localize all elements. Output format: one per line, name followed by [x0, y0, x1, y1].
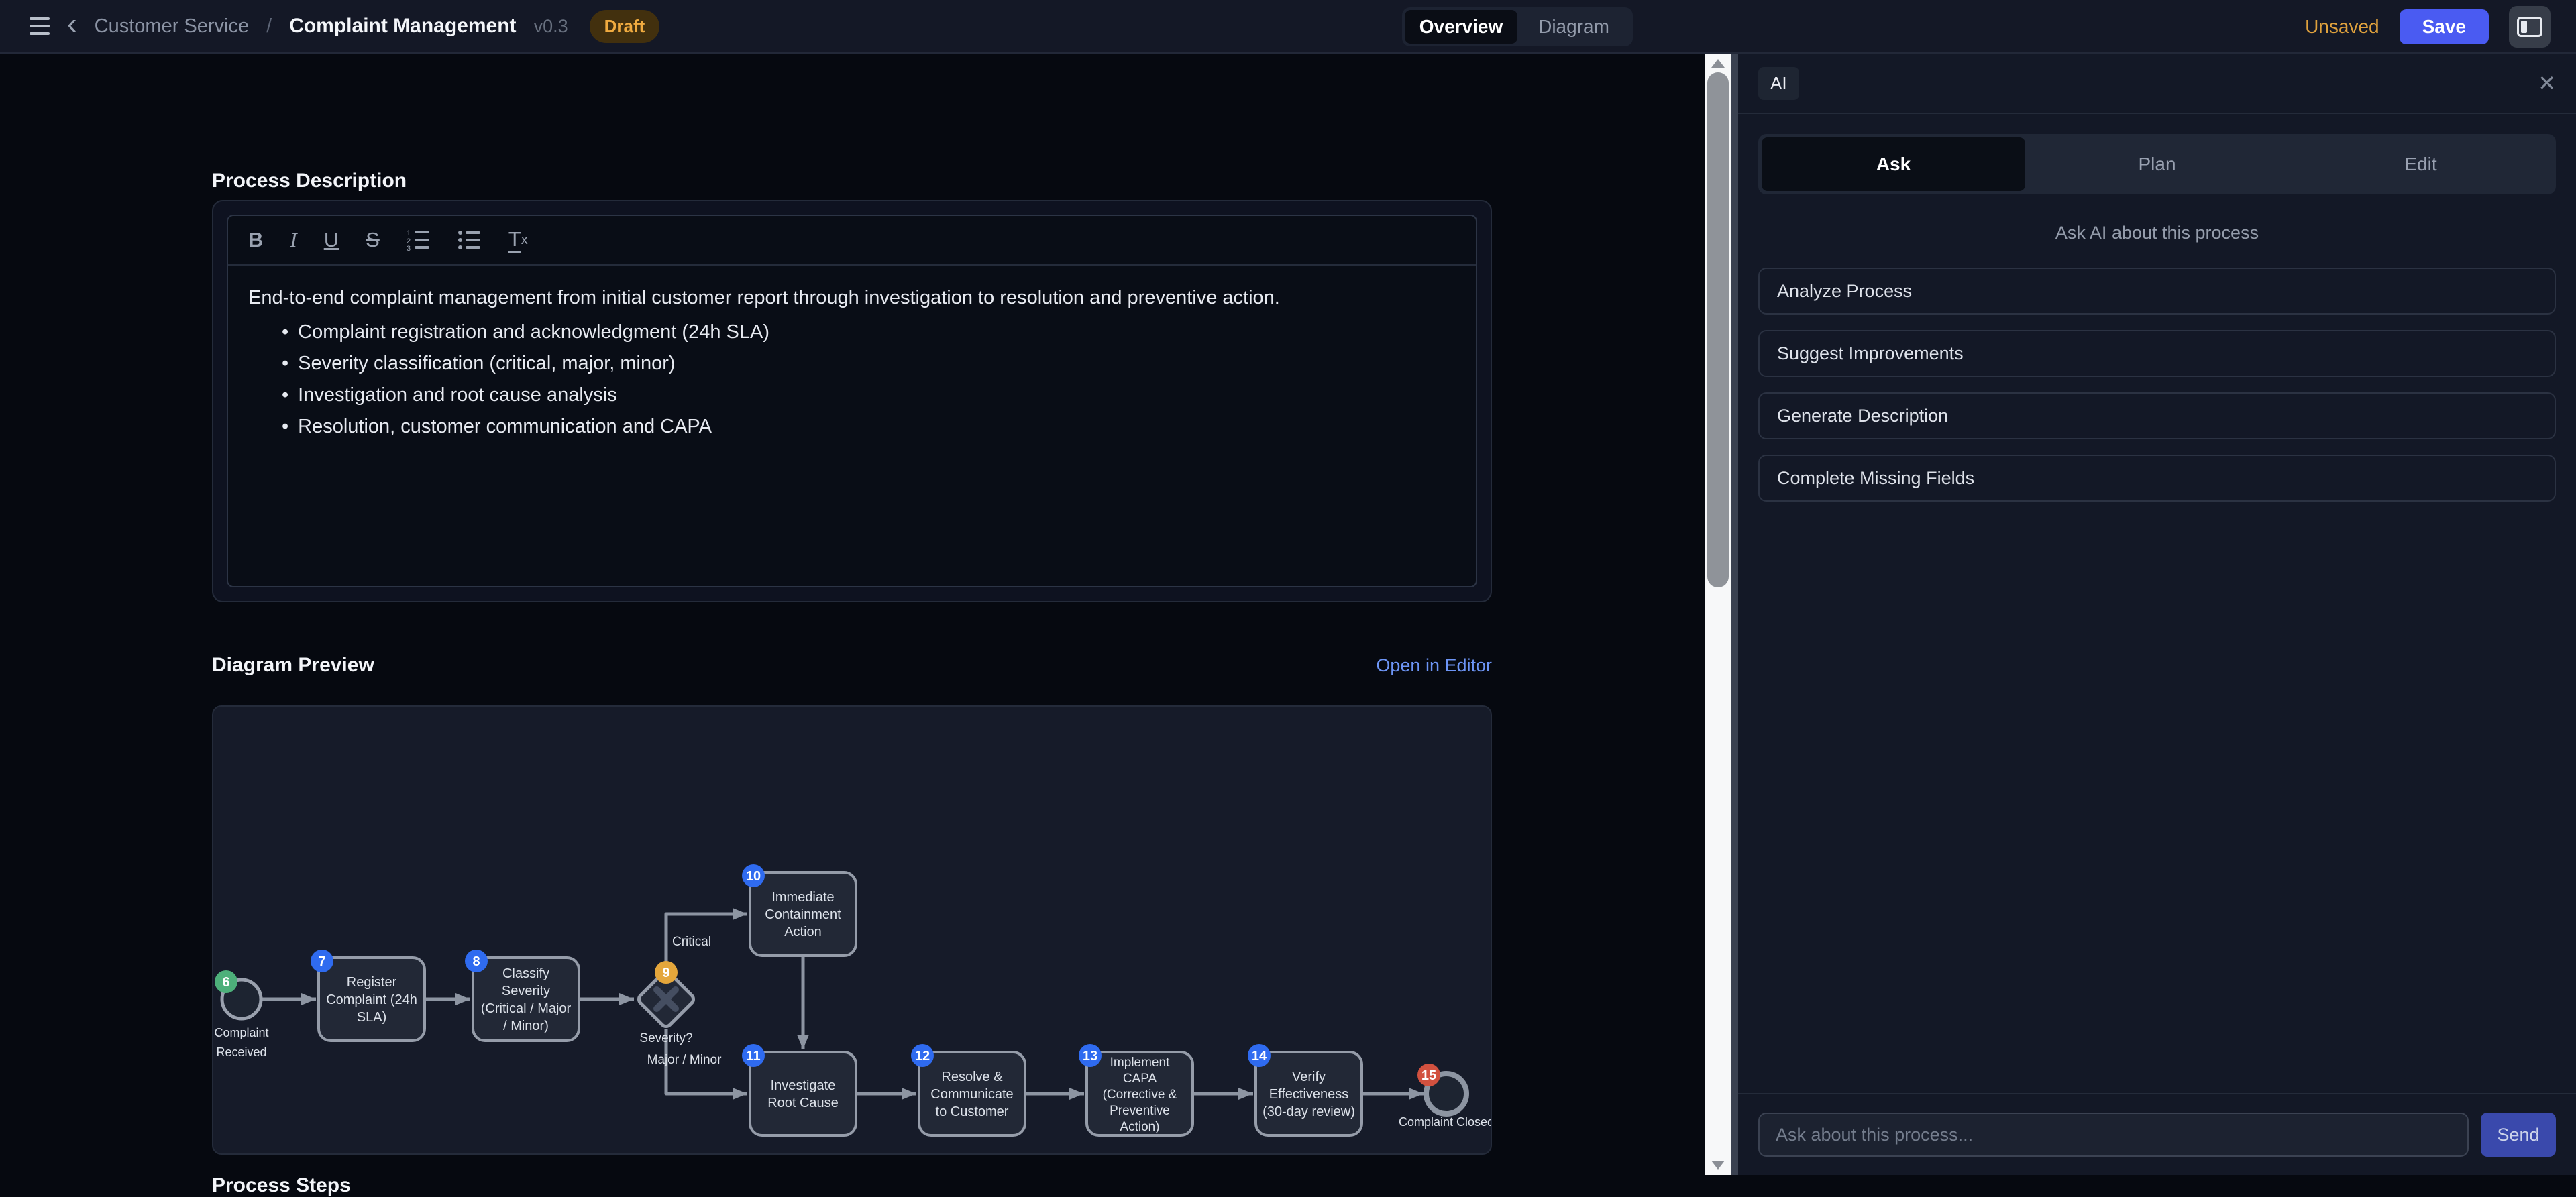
- svg-text:3: 3: [407, 245, 411, 251]
- description-bullet: Severity classification (critical, major…: [282, 349, 1456, 379]
- scroll-up-arrow[interactable]: [1711, 59, 1725, 68]
- page-title: Complaint Management: [289, 15, 516, 38]
- svg-text:1: 1: [407, 229, 411, 237]
- scroll-down-arrow[interactable]: [1711, 1161, 1725, 1170]
- step-badge-number: 8: [472, 954, 480, 969]
- open-in-editor-link[interactable]: Open in Editor: [1376, 655, 1492, 676]
- edge-label: Severity?: [639, 1031, 692, 1045]
- description-bullet-list: Complaint registration and acknowledgmen…: [248, 317, 1456, 442]
- ai-tab-ask[interactable]: Ask: [1762, 137, 2025, 191]
- step-badge-number: 9: [662, 966, 669, 980]
- description-bullet: Resolution, customer communication and C…: [282, 412, 1456, 442]
- description-heading: Process Description: [212, 170, 407, 192]
- description-bullet: Complaint registration and acknowledgmen…: [282, 317, 1456, 347]
- bold-icon[interactable]: B: [248, 228, 263, 252]
- panel-resize-divider[interactable]: [1731, 54, 1738, 1175]
- ai-mode-tabs: AskPlanEdit: [1758, 134, 2556, 194]
- main-content: Process Description BIUS123Tx End-to-end…: [0, 54, 1705, 1175]
- ai-suggestion-suggest-improvements[interactable]: Suggest Improvements: [1758, 330, 2556, 377]
- ai-suggestion-complete-missing-fields[interactable]: Complete Missing Fields: [1758, 455, 2556, 502]
- unsaved-indicator: Unsaved: [2305, 16, 2379, 38]
- description-card: B I U S 123 Tx End-to-end complaint managemen…: [212, 200, 1492, 602]
- italic-icon[interactable]: I: [290, 228, 297, 252]
- save-button[interactable]: Save: [2400, 9, 2489, 44]
- ai-panel: AI ✕ AskPlanEdit Ask AI about this proce…: [1738, 54, 2576, 1175]
- clear-formatting-icon[interactable]: Tx: [508, 227, 528, 253]
- step-badge-number: 15: [1421, 1068, 1436, 1083]
- view-tabs: OverviewDiagram: [1402, 7, 1633, 46]
- tab-diagram[interactable]: Diagram: [1517, 10, 1630, 44]
- back-chevron-icon[interactable]: ‹: [67, 11, 77, 38]
- strikethrough-icon[interactable]: S: [366, 228, 380, 252]
- step-badge-number: 13: [1083, 1049, 1097, 1064]
- diagram-heading: Diagram Preview: [212, 654, 374, 677]
- sidebar-icon: [2517, 17, 2542, 37]
- process-steps-heading: Process Steps: [212, 1174, 351, 1197]
- task-label: Resolve &Communicateto Customer: [930, 1070, 1013, 1119]
- editor-content[interactable]: End-to-end complaint management from ini…: [228, 266, 1476, 461]
- bullet-list-icon[interactable]: [458, 229, 482, 251]
- step-badge-number: 7: [318, 954, 325, 969]
- ai-tab-edit[interactable]: Edit: [2289, 137, 2553, 191]
- menu-icon[interactable]: [30, 17, 50, 35]
- step-badge-number: 6: [222, 975, 229, 990]
- ai-suggestion-generate-description[interactable]: Generate Description: [1758, 392, 2556, 439]
- ai-hint-text: Ask AI about this process: [1758, 223, 2556, 243]
- edge-label: Received: [216, 1045, 266, 1059]
- editor-toolbar: B I U S 123 Tx: [228, 216, 1476, 266]
- edge-label: Critical: [672, 935, 711, 949]
- edge-label: Complaint Closed: [1399, 1115, 1491, 1129]
- breadcrumb-section[interactable]: Customer Service: [95, 15, 249, 38]
- ai-tab-plan[interactable]: Plan: [2025, 137, 2289, 191]
- underline-icon[interactable]: U: [324, 228, 339, 252]
- description-bullet: Investigation and root cause analysis: [282, 380, 1456, 410]
- ai-suggestion-list: Analyze Process Suggest Improvements Gener…: [1758, 268, 2556, 502]
- step-badge-number: 11: [746, 1049, 760, 1064]
- diagram-task-11[interactable]: [750, 1052, 856, 1135]
- rich-text-editor: B I U S 123 Tx End-to-end complaint managemen…: [227, 215, 1477, 587]
- description-paragraph: End-to-end complaint management from ini…: [248, 283, 1456, 313]
- status-badge: Draft: [590, 10, 660, 43]
- close-icon[interactable]: ✕: [2538, 72, 2556, 94]
- panel-toggle-button[interactable]: [2509, 6, 2551, 48]
- ai-suggestion-analyze-process[interactable]: Analyze Process: [1758, 268, 2556, 315]
- vertical-scrollbar[interactable]: [1705, 54, 1731, 1175]
- breadcrumb-separator: /: [266, 15, 272, 38]
- send-button[interactable]: Send: [2481, 1113, 2556, 1157]
- ordered-list-icon[interactable]: 123: [407, 229, 431, 251]
- edge-label: Major / Minor: [647, 1053, 722, 1067]
- process-diagram: Critical Severity? Major / Minor Complaint R…: [213, 707, 1491, 1153]
- ai-panel-title: AI: [1758, 67, 1799, 100]
- version-label: v0.3: [534, 16, 568, 37]
- step-badge-number: 12: [915, 1049, 930, 1064]
- diagram-preview[interactable]: Critical Severity? Major / Minor Complaint R…: [212, 705, 1492, 1155]
- scrollbar-thumb[interactable]: [1707, 72, 1729, 587]
- step-badge-number: 10: [746, 869, 761, 884]
- step-badge-number: 14: [1252, 1049, 1267, 1064]
- ai-prompt-input[interactable]: [1758, 1113, 2469, 1157]
- edge-label: Complaint: [214, 1026, 268, 1039]
- top-bar: ‹ Customer Service / Complaint Managemen…: [0, 0, 2576, 54]
- tab-overview[interactable]: Overview: [1405, 10, 1517, 44]
